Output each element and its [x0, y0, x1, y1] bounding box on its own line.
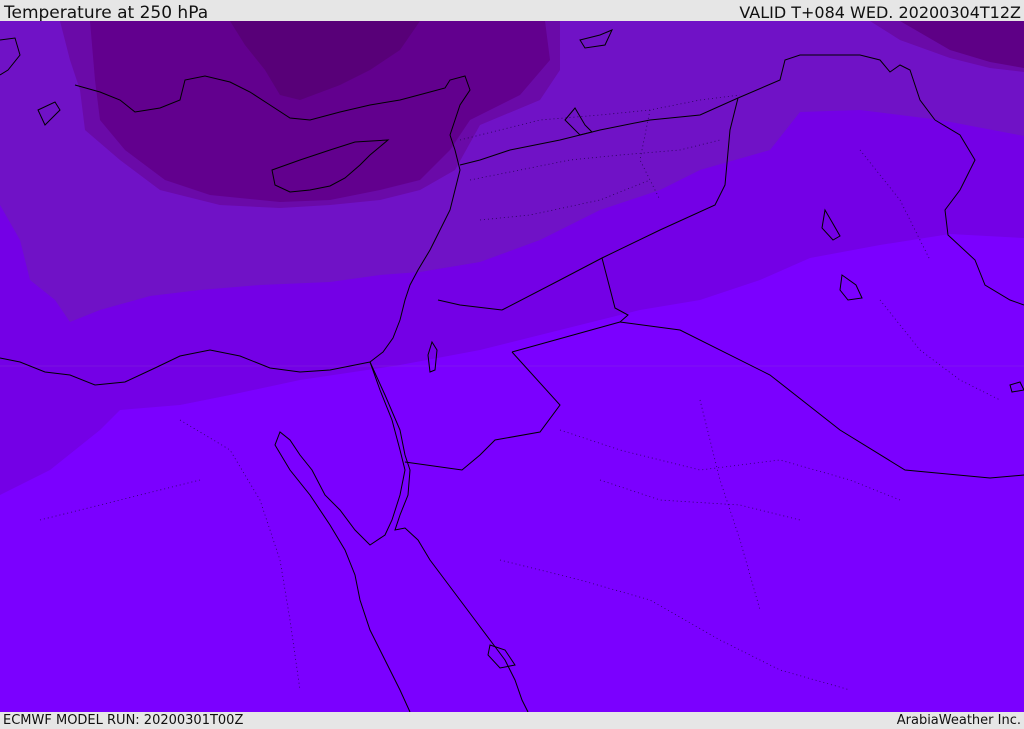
header-bar: Temperature at 250 hPa VALID T+084 WED. …	[0, 0, 1024, 23]
valid-time: VALID T+084 WED. 20200304T12Z	[739, 3, 1021, 22]
model-run-label: ECMWF MODEL RUN: 20200301T00Z	[3, 713, 244, 728]
credit-label: ArabiaWeather Inc.	[896, 713, 1021, 728]
temperature-map[interactable]	[0, 21, 1024, 712]
footer-bar: ECMWF MODEL RUN: 20200301T00Z ArabiaWeat…	[0, 712, 1024, 729]
map-title: Temperature at 250 hPa	[4, 3, 209, 23]
